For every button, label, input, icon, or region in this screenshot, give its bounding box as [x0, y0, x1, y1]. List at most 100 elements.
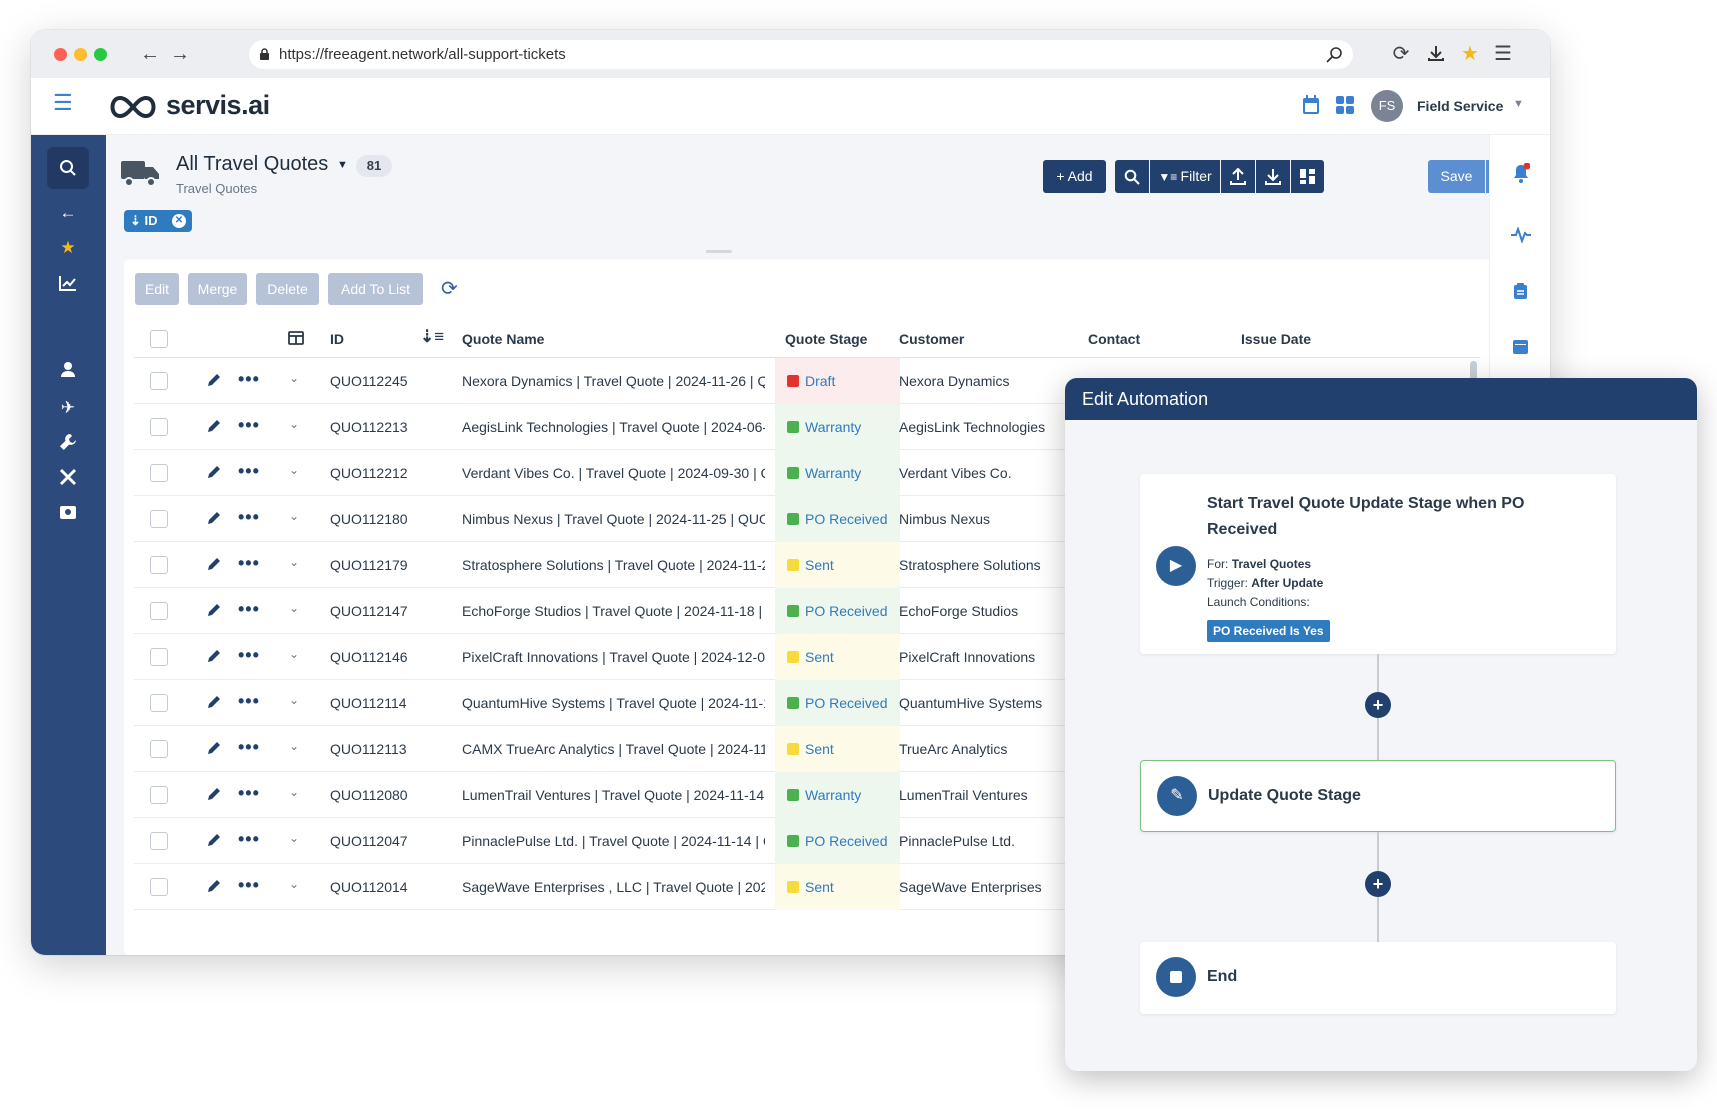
cell-id[interactable]: QUO112180: [330, 511, 408, 527]
column-header-contact[interactable]: Contact: [1088, 331, 1140, 347]
forward-arrow-icon[interactable]: →: [168, 42, 192, 66]
row-expand-chevron-icon[interactable]: ⌄: [289, 693, 299, 707]
cell-quote-name[interactable]: QuantumHive Systems | Travel Quote | 202…: [462, 695, 765, 711]
upload-button[interactable]: [1221, 160, 1255, 193]
clipboard-icon[interactable]: [1513, 282, 1528, 300]
cell-id[interactable]: QUO112014: [330, 879, 408, 895]
row-more-icon[interactable]: •••: [238, 553, 260, 574]
refresh-icon[interactable]: ⟳: [441, 276, 458, 301]
row-checkbox[interactable]: [150, 464, 168, 482]
minimize-window-button[interactable]: [74, 48, 87, 61]
cell-quote-name[interactable]: Nexora Dynamics | Travel Quote | 2024-11…: [462, 373, 765, 389]
row-more-icon[interactable]: •••: [238, 415, 260, 436]
row-expand-chevron-icon[interactable]: ⌄: [289, 739, 299, 753]
select-all-checkbox[interactable]: [150, 330, 168, 348]
start-trigger-node[interactable]: ▶ Start Travel Quote Update Stage when P…: [1140, 474, 1616, 654]
row-checkbox[interactable]: [150, 648, 168, 666]
sort-chip[interactable]: ⇣ ID ✕: [124, 210, 192, 232]
cell-customer[interactable]: Stratosphere Solutions: [899, 557, 1069, 573]
cell-quote-name[interactable]: EchoForge Studios | Travel Quote | 2024-…: [462, 603, 765, 619]
filter-button[interactable]: ▼≡ Filter: [1150, 160, 1220, 193]
end-node[interactable]: End: [1140, 942, 1616, 1014]
view-dropdown-chevron-icon[interactable]: ▼: [337, 159, 348, 171]
edit-pencil-icon[interactable]: [206, 879, 221, 894]
row-expand-chevron-icon[interactable]: ⌄: [289, 877, 299, 891]
column-header-quote-name[interactable]: Quote Name: [462, 331, 544, 347]
row-checkbox[interactable]: [150, 602, 168, 620]
address-bar[interactable]: https://freeagent.network/all-support-ti…: [249, 40, 1353, 69]
maximize-window-button[interactable]: [94, 48, 107, 61]
row-more-icon[interactable]: •••: [238, 369, 260, 390]
cell-quote-name[interactable]: SageWave Enterprises , LLC | Travel Quot…: [462, 879, 765, 895]
row-checkbox[interactable]: [150, 694, 168, 712]
wrench-icon[interactable]: [59, 433, 77, 451]
edit-button[interactable]: Edit: [135, 273, 179, 305]
cell-customer[interactable]: Nexora Dynamics: [899, 373, 1069, 389]
cell-customer[interactable]: PixelCraft Innovations: [899, 649, 1069, 665]
download-icon[interactable]: [1426, 43, 1446, 63]
remove-sort-icon[interactable]: ✕: [172, 214, 186, 228]
cell-quote-name[interactable]: LumenTrail Ventures | Travel Quote | 202…: [462, 787, 765, 803]
row-expand-chevron-icon[interactable]: ⌄: [289, 509, 299, 523]
hamburger-menu-icon[interactable]: ☰: [53, 92, 75, 114]
row-more-icon[interactable]: •••: [238, 737, 260, 758]
back-arrow-icon[interactable]: ←: [138, 42, 162, 66]
cell-quote-name[interactable]: PixelCraft Innovations | Travel Quote | …: [462, 649, 765, 665]
browser-menu-icon[interactable]: ☰: [1491, 42, 1515, 66]
add-step-button[interactable]: +: [1365, 692, 1391, 718]
row-more-icon[interactable]: •••: [238, 875, 260, 896]
row-checkbox[interactable]: [150, 372, 168, 390]
layout-button[interactable]: [1291, 160, 1324, 193]
row-expand-chevron-icon[interactable]: ⌄: [289, 647, 299, 661]
cell-customer[interactable]: Verdant Vibes Co.: [899, 465, 1069, 481]
add-button[interactable]: + Add: [1043, 160, 1106, 193]
contacts-icon[interactable]: [59, 360, 77, 378]
user-menu-chevron-icon[interactable]: ▼: [1513, 98, 1524, 110]
tools-icon[interactable]: [59, 468, 77, 486]
resize-handle[interactable]: [706, 250, 732, 253]
back-arrow-icon[interactable]: ←: [53, 198, 83, 228]
edit-pencil-icon[interactable]: [206, 419, 221, 434]
apps-grid-icon[interactable]: [1335, 95, 1355, 115]
search-icon[interactable]: [1325, 46, 1343, 64]
edit-pencil-icon[interactable]: [206, 511, 221, 526]
row-checkbox[interactable]: [150, 740, 168, 758]
save-button[interactable]: Save: [1428, 160, 1485, 193]
avatar[interactable]: FS: [1371, 90, 1403, 122]
delete-button[interactable]: Delete: [256, 273, 319, 305]
calendar-icon[interactable]: [1512, 337, 1529, 355]
row-expand-chevron-icon[interactable]: ⌄: [289, 555, 299, 569]
edit-pencil-icon[interactable]: [206, 833, 221, 848]
notification-bell-icon[interactable]: [1512, 163, 1530, 183]
edit-pencil-icon[interactable]: [206, 373, 221, 388]
edit-pencil-icon[interactable]: [206, 741, 221, 756]
column-header-issue-date[interactable]: Issue Date: [1241, 331, 1311, 347]
edit-pencil-icon[interactable]: [206, 557, 221, 572]
column-header-id[interactable]: ID: [330, 331, 344, 347]
cell-id[interactable]: QUO112213: [330, 419, 408, 435]
cell-id[interactable]: QUO112047: [330, 833, 408, 849]
sort-descending-icon[interactable]: ⇣≡: [420, 327, 444, 347]
row-expand-chevron-icon[interactable]: ⌄: [289, 417, 299, 431]
row-checkbox[interactable]: [150, 786, 168, 804]
row-more-icon[interactable]: •••: [238, 645, 260, 666]
cell-id[interactable]: QUO112179: [330, 557, 408, 573]
row-checkbox[interactable]: [150, 878, 168, 896]
edit-pencil-icon[interactable]: [206, 695, 221, 710]
cell-id[interactable]: QUO112245: [330, 373, 408, 389]
row-more-icon[interactable]: •••: [238, 599, 260, 620]
airplane-icon[interactable]: ✈: [53, 393, 83, 423]
row-checkbox[interactable]: [150, 832, 168, 850]
favorites-star-icon[interactable]: ★: [53, 233, 83, 263]
row-checkbox[interactable]: [150, 556, 168, 574]
cell-quote-name[interactable]: AegisLink Technologies | Travel Quote | …: [462, 419, 765, 435]
cell-id[interactable]: QUO112212: [330, 465, 408, 481]
cell-quote-name[interactable]: PinnaclePulse Ltd. | Travel Quote | 2024…: [462, 833, 765, 849]
edit-pencil-icon[interactable]: [206, 649, 221, 664]
column-header-customer[interactable]: Customer: [899, 331, 964, 347]
cell-customer[interactable]: AegisLink Technologies: [899, 419, 1069, 435]
row-expand-chevron-icon[interactable]: ⌄: [289, 601, 299, 615]
close-window-button[interactable]: [54, 48, 67, 61]
cell-id[interactable]: QUO112147: [330, 603, 408, 619]
edit-pencil-icon[interactable]: [206, 603, 221, 618]
